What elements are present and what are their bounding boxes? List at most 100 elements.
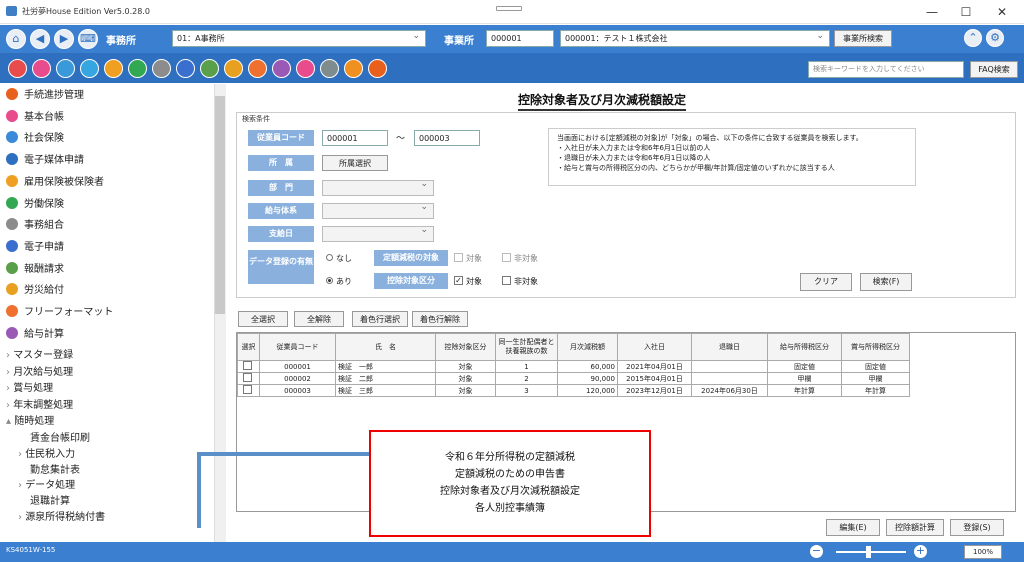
sidebar-subitem[interactable]: 退職計算: [30, 494, 70, 510]
sidebar-subitem[interactable]: › 年末調整処理: [6, 398, 73, 414]
function-icon[interactable]: [32, 59, 51, 78]
sidebar-item[interactable]: 事務組合: [6, 217, 64, 235]
pay-day-select[interactable]: [322, 225, 434, 242]
edit-button[interactable]: 編集(E): [826, 519, 880, 536]
function-icon[interactable]: [344, 59, 363, 78]
color-deselect-button[interactable]: 着色行解除: [412, 311, 468, 327]
dept-select-button[interactable]: 所属選択: [322, 155, 388, 171]
register-button[interactable]: 登録(S): [950, 519, 1004, 536]
search-button[interactable]: 検索(F): [860, 273, 912, 291]
table-row[interactable]: 000003 検証 三郎 対象 3 120,000 2023年12月01日 2024年06月…: [237, 384, 910, 397]
emp-code-to-input[interactable]: 000003: [414, 130, 480, 146]
row-select-checkbox[interactable]: [237, 384, 260, 397]
deduct-target-checkbox[interactable]: ✓ 対象: [454, 276, 482, 287]
zoom-out-icon[interactable]: −: [810, 545, 823, 558]
section-select[interactable]: [322, 179, 434, 196]
function-icon[interactable]: [104, 59, 123, 78]
sidebar-item[interactable]: 基本台帳: [6, 109, 64, 127]
function-icon[interactable]: [152, 59, 171, 78]
pay-system-select[interactable]: [322, 202, 434, 219]
sidebar-item[interactable]: 報酬請求: [6, 261, 64, 279]
minimize-button[interactable]: —: [918, 4, 946, 20]
deselect-all-button[interactable]: 全解除: [294, 311, 344, 327]
business-select[interactable]: 000001：テスト１株式会社: [560, 29, 830, 47]
emp-code-from-input[interactable]: 000001: [322, 130, 388, 146]
column-header[interactable]: 同一生計配偶者と扶養親族の数: [495, 333, 558, 361]
column-header[interactable]: 月次減税額: [557, 333, 618, 361]
function-icon[interactable]: [320, 59, 339, 78]
column-header[interactable]: 退職日: [691, 333, 768, 361]
close-button[interactable]: ✕: [988, 4, 1016, 20]
sidebar-subitem[interactable]: › 住民税入力: [18, 447, 75, 463]
sidebar-item[interactable]: 社会保険: [6, 130, 64, 148]
sidebar-subitem[interactable]: › データ処理: [18, 478, 75, 494]
sidebar-subitem[interactable]: › 賞与処理: [6, 381, 53, 397]
radio-none[interactable]: なし: [326, 253, 352, 264]
business-code-input[interactable]: 000001: [486, 30, 554, 47]
function-icon[interactable]: [56, 59, 75, 78]
column-header[interactable]: 給与所得税区分: [767, 333, 842, 361]
column-header[interactable]: 従業員コード: [259, 333, 336, 361]
keyword-search-input[interactable]: 検索キーワードを入力してください: [808, 61, 964, 78]
business-search-button[interactable]: 事業所検索: [834, 30, 892, 47]
table-cell: 2024年06月30日: [691, 384, 768, 397]
zoom-slider-track[interactable]: [836, 551, 906, 553]
function-icon[interactable]: [368, 59, 387, 78]
fixed-target-checkbox[interactable]: 対象: [454, 253, 482, 264]
back-icon[interactable]: ◀: [30, 29, 50, 49]
office-select[interactable]: 01：A事務所: [172, 29, 426, 47]
function-icon[interactable]: [272, 59, 291, 78]
sidebar-subitem[interactable]: 勤怠集計表: [30, 463, 80, 479]
sidebar-item-label: 労働保険: [24, 198, 64, 210]
zoom-slider-thumb[interactable]: [866, 546, 871, 558]
table-cell: 120,000: [557, 384, 618, 397]
function-icon[interactable]: [8, 59, 27, 78]
fixed-nontarget-checkbox[interactable]: 非対象: [502, 253, 538, 264]
column-header[interactable]: 控除対象区分: [435, 333, 496, 361]
keyboard-icon[interactable]: ⌨: [78, 29, 98, 49]
faq-search-button[interactable]: FAQ検索: [970, 61, 1018, 78]
function-icon[interactable]: [224, 59, 243, 78]
sidebar-scroll-thumb[interactable]: [215, 96, 225, 314]
function-icon[interactable]: [128, 59, 147, 78]
row-select-checkbox[interactable]: [237, 372, 260, 385]
settings-icon[interactable]: ⚙: [986, 29, 1004, 47]
column-header[interactable]: 氏 名: [335, 333, 436, 361]
color-select-button[interactable]: 着色行選択: [352, 311, 408, 327]
function-icon[interactable]: [296, 59, 315, 78]
sidebar-item[interactable]: 電子申請: [6, 239, 64, 257]
sidebar-item[interactable]: 労働保険: [6, 196, 64, 214]
column-header[interactable]: 入社日: [617, 333, 692, 361]
calc-button[interactable]: 控除額計算: [886, 519, 944, 536]
sidebar-item[interactable]: 電子媒体申請: [6, 152, 84, 170]
sidebar-subitem[interactable]: 賃金台帳印刷: [30, 431, 90, 447]
sidebar-subitem[interactable]: › マスター登録: [6, 348, 73, 364]
column-header[interactable]: 選択: [237, 333, 260, 361]
select-all-button[interactable]: 全選択: [238, 311, 288, 327]
sidebar-item[interactable]: 雇用保険被保険者: [6, 174, 104, 192]
row-select-checkbox[interactable]: [237, 360, 260, 373]
table-row[interactable]: 000001 検証 一郎 対象 1 60,000 2021年04月01日 固定値 固定値: [237, 360, 910, 373]
home-icon[interactable]: ⌂: [6, 29, 26, 49]
zoom-in-icon[interactable]: +: [914, 545, 927, 558]
sidebar-item[interactable]: フリーフォーマット: [6, 304, 113, 322]
sidebar-item[interactable]: 手続進捗管理: [6, 87, 84, 105]
function-icon[interactable]: [80, 59, 99, 78]
sidebar-item[interactable]: 給与計算: [6, 326, 64, 344]
deduct-nontarget-checkbox[interactable]: 非対象: [502, 276, 538, 287]
data-reg-label: データ登録の有無: [248, 250, 314, 284]
maximize-button[interactable]: ☐: [952, 4, 980, 20]
sidebar-subitem[interactable]: › 源泉所得税納付書: [18, 510, 105, 526]
sidebar-subitem[interactable]: › 月次給与処理: [6, 365, 73, 381]
sidebar-item[interactable]: 労災給付: [6, 282, 64, 300]
function-icon[interactable]: [248, 59, 267, 78]
radio-yes[interactable]: あり: [326, 276, 352, 287]
column-header[interactable]: 賞与所得税区分: [841, 333, 910, 361]
function-icon[interactable]: [200, 59, 219, 78]
collapse-icon[interactable]: ⌃: [964, 29, 982, 47]
table-row[interactable]: 000002 検証 二郎 対象 2 90,000 2015年04月01日 甲欄 甲欄: [237, 372, 910, 385]
forward-icon[interactable]: ▶: [54, 29, 74, 49]
sidebar-subitem[interactable]: ▴ 随時処理: [6, 414, 54, 430]
function-icon[interactable]: [176, 59, 195, 78]
clear-button[interactable]: クリア: [800, 273, 852, 291]
